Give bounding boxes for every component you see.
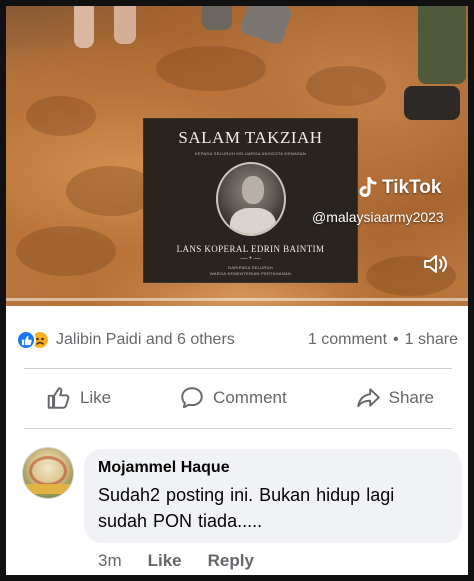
memorial-divider: — • —	[240, 255, 261, 262]
avatar-band	[23, 484, 73, 494]
comment-timestamp[interactable]: 3m	[98, 551, 122, 571]
comment-button[interactable]: Comment	[179, 385, 287, 411]
dirt-clod	[26, 96, 96, 136]
shovel	[238, 6, 294, 46]
dirt-clod	[156, 46, 266, 91]
avatar-ring	[29, 456, 67, 486]
tiktok-logo-icon	[359, 177, 377, 197]
comment-author[interactable]: Mojammel Haque	[98, 459, 448, 477]
divider	[24, 368, 452, 369]
comment-reply-button[interactable]: Reply	[208, 551, 254, 571]
commenter-avatar[interactable]	[22, 447, 74, 499]
video-player[interactable]: SALAM TAKZIAH KEPADA SELURUH KELUARGA AN…	[6, 6, 468, 306]
volume-icon[interactable]	[422, 252, 450, 281]
action-bar: Like Comment Share	[12, 374, 468, 422]
comment-bubble-icon	[181, 387, 203, 409]
comment-label: Comment	[213, 388, 287, 407]
comment-text: Sudah2 posting ini. Bukan hidup lagi sud…	[98, 482, 448, 534]
post-frame: SALAM TAKZIAH KEPADA SELURUH KELUARGA AN…	[0, 0, 474, 581]
tiktok-watermark: TikTok	[358, 177, 441, 199]
memorial-title: SALAM TAKZIAH	[178, 128, 323, 147]
memorial-card: SALAM TAKZIAH KEPADA SELURUH KELUARGA AN…	[143, 118, 358, 283]
comment-like-button[interactable]: Like	[148, 551, 182, 571]
memorial-name: LANS KOPERAL EDRIN BAINTIM	[176, 244, 325, 254]
reactions-row: Jalibin Paidi and 6 others 1 comment • 1…	[12, 326, 468, 354]
reaction-names[interactable]: Jalibin Paidi and 6 others	[56, 331, 235, 349]
video-progress-bar[interactable]	[6, 298, 468, 301]
memorial-footer-1: DARIPADA SELURUH	[228, 265, 273, 270]
person-leg	[114, 6, 136, 44]
memorial-subtitle: KEPADA SELURUH KELUARGA ANGGOTA KEMASAN	[194, 151, 307, 156]
reaction-icons[interactable]	[16, 330, 50, 350]
dirt-clod	[306, 66, 386, 106]
share-button[interactable]: Share	[355, 385, 434, 411]
like-button[interactable]: Like	[46, 385, 111, 411]
comment-text-line-2: sudah PON tiada.....	[98, 511, 263, 531]
share-count[interactable]: 1 share	[405, 331, 458, 349]
comment-text-line-1: Sudah2 posting ini. Bukan hidup lagi	[98, 485, 395, 505]
count-separator: •	[393, 331, 399, 348]
memorial-footer-2: WARGA KEMENTERIAN PERTAHANAN	[209, 271, 292, 276]
comment-bubble: Mojammel Haque Sudah2 posting ini. Bukan…	[84, 449, 462, 543]
soldier-leg	[418, 6, 466, 84]
share-arrow-icon	[356, 388, 380, 408]
divider	[24, 428, 452, 429]
tiktok-logo-text: TikTok	[382, 177, 442, 198]
person-leg	[74, 6, 94, 48]
portrait-body	[229, 208, 276, 234]
dirt-clod	[16, 226, 116, 276]
portrait-face	[241, 176, 264, 204]
thumbs-up-icon	[47, 387, 70, 409]
tiktok-handle: @malaysiaarmy2023	[312, 209, 444, 225]
soldier-boot	[404, 86, 460, 120]
like-label: Like	[79, 388, 112, 407]
share-label: Share	[388, 388, 435, 407]
like-reaction-icon	[16, 330, 36, 350]
comment-meta: 3m Like Reply	[98, 551, 254, 571]
comment-count[interactable]: 1 comment	[308, 331, 387, 349]
engagement-counts: 1 comment • 1 share	[308, 331, 458, 349]
memorial-portrait	[215, 162, 286, 236]
person-leg	[202, 6, 232, 30]
